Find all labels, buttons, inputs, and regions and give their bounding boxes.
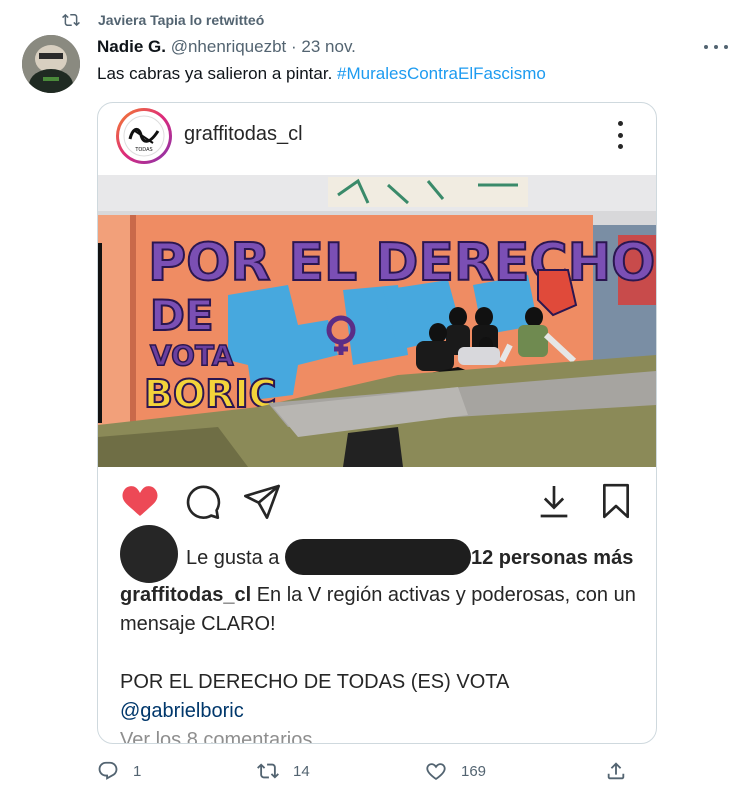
like-count: 169 — [461, 762, 487, 780]
tweet-action-bar: 1 14 169 — [97, 758, 637, 784]
header-separator: · — [291, 37, 297, 56]
share-tweet-button[interactable] — [605, 758, 627, 784]
ig-caption: graffitodas_cl En la V región activas y … — [120, 581, 640, 743]
mural-text-line1: POR EL DERECHO — [148, 233, 655, 293]
liker-avatar[interactable] — [120, 525, 178, 583]
instagram-embed-card[interactable]: TODAS graffitodas_cl POR EL DERECHO DE V… — [97, 102, 657, 744]
author-handle[interactable]: @nhenriquezbt — [171, 37, 287, 56]
reply-count: 1 — [133, 762, 142, 780]
more-dot — [714, 45, 718, 49]
mention-link[interactable]: @gabrielboric — [120, 700, 244, 722]
view-comments-link[interactable]: Ver los 8 comentarios — [120, 726, 640, 743]
ig-more-dot — [617, 144, 623, 149]
more-dot — [704, 45, 708, 49]
hashtag-link[interactable]: #MuralesContraElFascismo — [337, 64, 546, 83]
retweet-context: Javiera Tapia lo retwitteó — [62, 10, 264, 30]
tweet-text-plain: Las cabras ya salieron a pintar. — [97, 64, 338, 83]
ig-action-bar — [98, 481, 656, 529]
mural-photo[interactable]: POR EL DERECHO DE VOTA BORIC — [98, 175, 656, 467]
ig-more-dot — [617, 121, 623, 126]
logo-text: TODAS — [134, 147, 152, 153]
ig-username[interactable]: graffitodas_cl — [184, 123, 303, 146]
retweet-by-text[interactable]: Javiera Tapia lo retwitteó — [98, 12, 264, 28]
share-icon[interactable] — [242, 481, 282, 521]
ig-more-dot — [617, 132, 623, 138]
mural-text-line3: VOTA — [150, 339, 234, 372]
likes-prefix: Le gusta a — [186, 547, 280, 569]
download-icon[interactable] — [534, 481, 574, 521]
likes-row: Le gusta a 12 personas más — [120, 525, 656, 583]
caption-line2: POR EL DERECHO DE TODAS (ES) VOTA — [120, 671, 510, 693]
ig-profile-avatar[interactable]: TODAS — [116, 108, 172, 164]
mural-text-line2: DE — [150, 291, 214, 340]
redacted-username — [285, 539, 471, 575]
graffitodas-logo: TODAS — [123, 115, 165, 157]
ig-post-header: TODAS graffitodas_cl — [98, 103, 656, 175]
caption-username[interactable]: graffitodas_cl — [120, 584, 251, 606]
more-options-button[interactable] — [704, 38, 728, 56]
like-icon — [425, 760, 447, 782]
author-name[interactable]: Nadie G. — [97, 37, 166, 56]
retweet-action-icon — [257, 760, 279, 782]
retweet-count: 14 — [293, 762, 310, 780]
retweet-button[interactable]: 14 — [257, 758, 310, 784]
more-dot — [724, 45, 728, 49]
tweet-date[interactable]: 23 nov. — [301, 37, 356, 56]
reply-icon — [97, 760, 119, 782]
ig-more-button[interactable] — [616, 121, 624, 149]
bookmark-icon[interactable] — [596, 481, 636, 521]
tweet-header: Nadie G. @nhenriquezbt · 23 nov. — [97, 37, 356, 57]
retweet-icon — [62, 11, 80, 29]
reply-button[interactable]: 1 — [97, 758, 141, 784]
tweet-text: Las cabras ya salieron a pintar. #Murale… — [97, 64, 546, 84]
share-tweet-icon — [605, 760, 627, 782]
like-button[interactable]: 169 — [425, 758, 486, 784]
likes-count-link[interactable]: 12 personas más — [471, 547, 633, 570]
heart-icon[interactable] — [120, 481, 160, 521]
comment-icon[interactable] — [182, 481, 222, 521]
author-avatar[interactable] — [22, 35, 80, 93]
